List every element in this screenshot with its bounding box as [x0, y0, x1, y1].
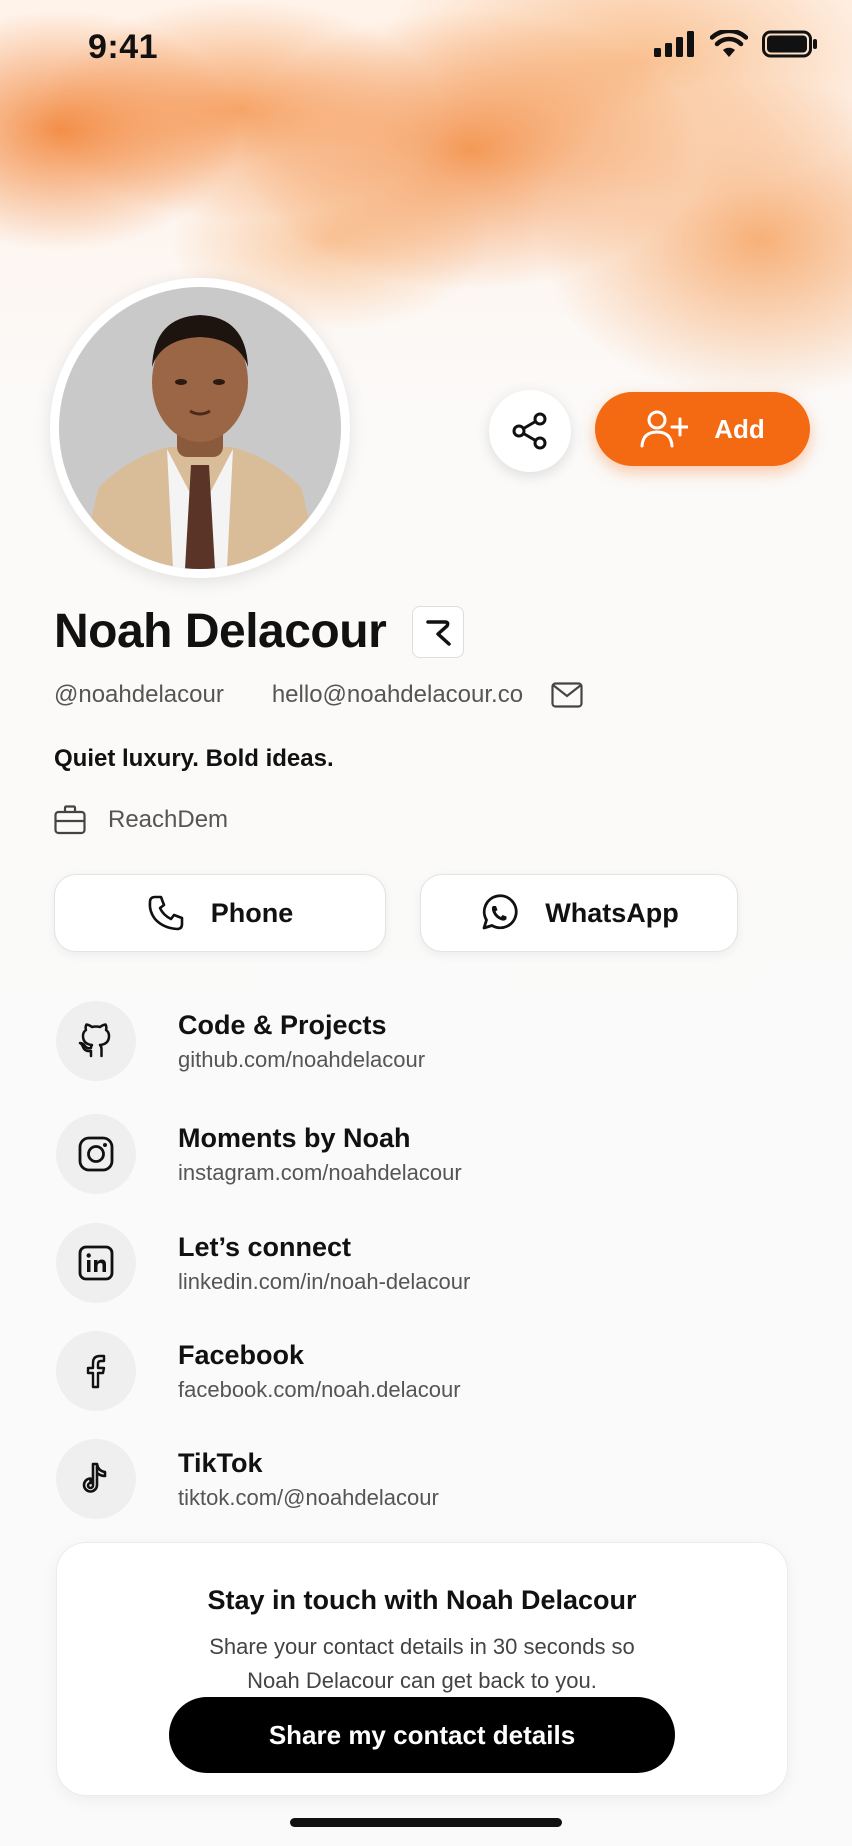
link-title: Code & Projects — [178, 1009, 387, 1040]
card-title: Stay in touch with Noah Delacour — [207, 1585, 637, 1615]
share-icon — [512, 412, 547, 450]
share-button[interactable] — [489, 390, 571, 472]
profile-photo — [59, 287, 341, 569]
linkedin-icon — [78, 1245, 114, 1281]
whatsapp-icon — [482, 894, 518, 930]
cellular-signal-icon — [654, 31, 694, 57]
link-url: github.com/noahdelacour — [178, 1046, 426, 1072]
card-subtitle: Share your contact details in 30 seconds… — [209, 1634, 635, 1693]
company-row: ReachDem — [54, 805, 228, 835]
link-facebook[interactable]: Facebook facebook.com/noah.delacour — [56, 1330, 796, 1412]
link-url: linkedin.com/in/noah-delacour — [178, 1268, 471, 1294]
status-time: 9:41 — [88, 28, 159, 66]
github-icon — [78, 1023, 111, 1058]
reachdem-logo-icon — [426, 619, 451, 646]
profile-handle: @noahdelacour — [54, 681, 224, 708]
link-title: Facebook — [178, 1339, 305, 1370]
link-linkedin[interactable]: Let’s connect linkedin.com/in/noah-delac… — [56, 1222, 796, 1304]
add-button-label: Add — [714, 413, 765, 444]
link-url: instagram.com/noahdelacour — [178, 1159, 462, 1185]
company-name: ReachDem — [108, 806, 229, 833]
link-title: Moments by Noah — [178, 1122, 411, 1153]
link-instagram[interactable]: Moments by Noah instagram.com/noahdelaco… — [56, 1113, 796, 1195]
company-logo — [412, 605, 465, 658]
avatar — [50, 278, 350, 578]
profile-name: Noah Delacour — [54, 605, 387, 658]
link-url: facebook.com/noah.delacour — [178, 1376, 461, 1402]
instagram-icon — [78, 1136, 114, 1172]
home-indicator — [290, 1818, 562, 1827]
phone-icon — [148, 895, 184, 931]
link-url: tiktok.com/@noahdelacour — [178, 1484, 439, 1510]
name-row: Noah Delacour — [54, 604, 465, 659]
link-tiktok[interactable]: TikTok tiktok.com/@noahdelacour — [56, 1438, 796, 1520]
whatsapp-button[interactable]: WhatsApp — [420, 874, 738, 952]
link-title: TikTok — [178, 1447, 263, 1478]
phone-button[interactable]: Phone — [54, 874, 386, 952]
status-icons — [654, 30, 818, 58]
facebook-icon — [86, 1354, 106, 1389]
add-contact-button[interactable]: Add — [595, 392, 810, 466]
tiktok-icon — [82, 1462, 107, 1493]
mail-icon[interactable] — [551, 682, 583, 708]
battery-icon — [762, 30, 817, 58]
add-user-icon — [640, 410, 689, 448]
wifi-icon — [710, 30, 748, 57]
whatsapp-button-label: WhatsApp — [545, 897, 679, 928]
briefcase-icon — [54, 805, 86, 835]
link-github[interactable]: Code & Projects github.com/noahdelacour — [56, 1000, 796, 1082]
status-bar: 9:41 — [0, 0, 852, 100]
share-contact-details-button[interactable]: Share my contact details — [169, 1697, 675, 1773]
phone-button-label: Phone — [210, 897, 294, 928]
handle-row: @noahdelacour hello@noahdelacour.co — [54, 681, 583, 709]
profile-tagline: Quiet luxury. Bold ideas. — [54, 745, 334, 772]
stay-in-touch-card: Stay in touch with Noah Delacour Share y… — [56, 1542, 788, 1796]
link-title: Let’s connect — [178, 1231, 352, 1262]
profile-email[interactable]: hello@noahdelacour.co — [272, 681, 523, 709]
